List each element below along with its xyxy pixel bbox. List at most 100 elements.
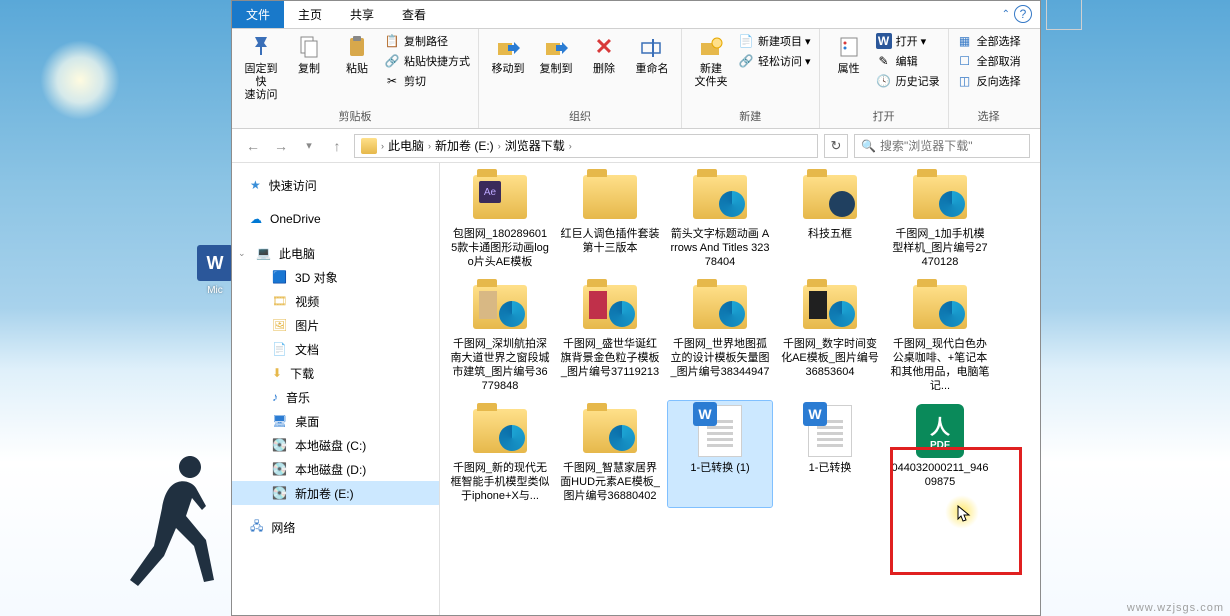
nav-up-button[interactable]: ↑ bbox=[326, 135, 348, 157]
breadcrumb[interactable]: › 此电脑 › 新加卷 (E:) › 浏览器下载 › bbox=[354, 134, 818, 158]
select-all-button[interactable]: ▦全部选择 bbox=[957, 33, 1021, 49]
sidebar-quick-access[interactable]: ★快速访问 bbox=[232, 173, 439, 197]
crumb-this-pc[interactable]: 此电脑 bbox=[388, 137, 424, 154]
sidebar-onedrive[interactable]: ☁OneDrive bbox=[232, 207, 439, 231]
tab-file[interactable]: 文件 bbox=[232, 1, 284, 28]
sidebar-downloads[interactable]: ⬇下载 bbox=[232, 361, 439, 385]
move-to-button[interactable]: 移动到 bbox=[487, 33, 529, 76]
file-name: 包图网_1802896015款卡通图形动画logo片头AE模板 bbox=[450, 227, 550, 269]
nav-back-button[interactable]: ← bbox=[242, 135, 264, 157]
copy-to-button[interactable]: 复制到 bbox=[535, 33, 577, 76]
folder-item[interactable]: 千图网_深圳航拍深南大道世界之窗段城市建筑_图片编号36779848 bbox=[448, 277, 552, 397]
pdf-item[interactable]: 人PDF044032000211_94609875 bbox=[888, 401, 992, 507]
group-label-clipboard: 剪贴板 bbox=[240, 106, 470, 126]
sidebar-this-pc[interactable]: ⌄💻此电脑 bbox=[232, 241, 439, 265]
search-input[interactable] bbox=[880, 139, 1023, 153]
tab-home[interactable]: 主页 bbox=[284, 1, 336, 28]
search-box[interactable]: 🔍 bbox=[854, 134, 1030, 158]
paste-button[interactable]: 粘贴 bbox=[336, 33, 378, 76]
window-corner bbox=[1046, 0, 1082, 30]
select-none-button[interactable]: ☐全部取消 bbox=[957, 53, 1021, 69]
history-label: 历史记录 bbox=[896, 73, 940, 89]
music-icon: ♪ bbox=[272, 390, 278, 404]
cloud-icon: ☁ bbox=[250, 212, 262, 226]
group-select: ▦全部选择 ☐全部取消 ◫反向选择 选择 bbox=[949, 29, 1029, 128]
folder-thumb bbox=[468, 405, 532, 457]
tab-share[interactable]: 共享 bbox=[336, 1, 388, 28]
path-icon: 📋 bbox=[384, 33, 400, 49]
sidebar-videos[interactable]: 🎞视频 bbox=[232, 289, 439, 313]
properties-label: 属性 bbox=[838, 63, 860, 76]
new-item-button[interactable]: 📄新建项目 ▾ bbox=[738, 33, 811, 49]
refresh-button[interactable]: ↻ bbox=[824, 134, 848, 158]
easy-access-button[interactable]: 🔗轻松访问 ▾ bbox=[738, 53, 811, 69]
help-icon[interactable]: ? bbox=[1014, 5, 1032, 23]
word-icon: W bbox=[876, 33, 892, 49]
sidebar-label: 网络 bbox=[271, 519, 295, 536]
sidebar-desktop[interactable]: 🖥桌面 bbox=[232, 409, 439, 433]
properties-button[interactable]: 属性 bbox=[828, 33, 870, 76]
file-name: 千图网_现代白色办公桌咖啡、+笔记本和其他用品，电脑笔记... bbox=[890, 337, 990, 393]
document-item-selected[interactable]: W1-已转换 (1) bbox=[668, 401, 772, 507]
invert-select-button[interactable]: ◫反向选择 bbox=[957, 73, 1021, 89]
folder-item[interactable]: 千图网_新的现代无框智能手机模型类似于iphone+X与... bbox=[448, 401, 552, 507]
folder-item[interactable]: 科技五框 bbox=[778, 167, 882, 273]
folder-item[interactable]: 千图网_盛世华诞红旗背景金色粒子模板_图片编号37119213 bbox=[558, 277, 662, 397]
explorer-main: ★快速访问 ☁OneDrive ⌄💻此电脑 🟦3D 对象 🎞视频 🖼图片 📄文档… bbox=[232, 163, 1040, 615]
nav-forward-button[interactable]: → bbox=[270, 135, 292, 157]
crumb-folder[interactable]: 浏览器下载 bbox=[505, 137, 565, 154]
pdf-glyph-icon: 人 bbox=[930, 411, 950, 440]
paste-shortcut-button[interactable]: 🔗粘贴快捷方式 bbox=[384, 53, 470, 69]
doc-thumb: W bbox=[798, 405, 862, 457]
group-label-open: 打开 bbox=[828, 106, 940, 126]
copy-icon bbox=[295, 33, 323, 61]
sidebar-disk-c[interactable]: 💽本地磁盘 (C:) bbox=[232, 433, 439, 457]
ribbon-collapse-icon[interactable]: ⌃ bbox=[1002, 9, 1010, 20]
sidebar-drive-e[interactable]: 💽新加卷 (E:) bbox=[232, 481, 439, 505]
select-all-icon: ▦ bbox=[957, 33, 973, 49]
sidebar-label: 快速访问 bbox=[269, 177, 317, 194]
sidebar-music[interactable]: ♪音乐 bbox=[232, 385, 439, 409]
folder-item[interactable]: 千图网_世界地图孤立的设计模板矢量图_图片编号38344947 bbox=[668, 277, 772, 397]
file-name: 千图网_盛世华诞红旗背景金色粒子模板_图片编号37119213 bbox=[560, 337, 660, 379]
chevron-down-icon[interactable]: ⌄ bbox=[238, 248, 248, 259]
select-none-label: 全部取消 bbox=[977, 53, 1021, 69]
tab-view[interactable]: 查看 bbox=[388, 1, 440, 28]
copy-path-button[interactable]: 📋复制路径 bbox=[384, 33, 470, 49]
document-item[interactable]: W1-已转换 bbox=[778, 401, 882, 507]
sidebar-documents[interactable]: 📄文档 bbox=[232, 337, 439, 361]
folder-item[interactable]: 千图网_1加手机模型样机_图片编号27470128 bbox=[888, 167, 992, 273]
delete-button[interactable]: ✕ 删除 bbox=[583, 33, 625, 76]
shortcut-icon: 🔗 bbox=[384, 53, 400, 69]
desktop-word-icon[interactable]: W Mic bbox=[195, 245, 235, 296]
folder-item[interactable]: 红巨人调色插件套装第十三版本 bbox=[558, 167, 662, 273]
watermark-text: www.wzjsgs.com bbox=[1127, 602, 1224, 614]
sidebar-network[interactable]: 🖧网络 bbox=[232, 515, 439, 539]
cube-icon: 🟦 bbox=[272, 270, 287, 284]
new-folder-button[interactable]: 新建 文件夹 bbox=[690, 33, 732, 89]
folder-item[interactable]: 千图网_数字时间变化AE模板_图片编号36853604 bbox=[778, 277, 882, 397]
scissors-icon: ✂ bbox=[384, 73, 400, 89]
open-button[interactable]: W打开 ▾ bbox=[876, 33, 940, 49]
folder-item[interactable]: 千图网_现代白色办公桌咖啡、+笔记本和其他用品，电脑笔记... bbox=[888, 277, 992, 397]
sidebar-3d-objects[interactable]: 🟦3D 对象 bbox=[232, 265, 439, 289]
video-icon: 🎞 bbox=[272, 294, 287, 308]
doc-thumb: W bbox=[688, 405, 752, 457]
folder-item[interactable]: 箭头文字标题动画 Arrows And Titles 32378404 bbox=[668, 167, 772, 273]
rename-button[interactable]: 重命名 bbox=[631, 33, 673, 76]
copy-button[interactable]: 复制 bbox=[288, 33, 330, 76]
history-button[interactable]: 🕓历史记录 bbox=[876, 73, 940, 89]
folder-item[interactable]: 千图网_智慧家居界面HUD元素AE模板_图片编号36880402 bbox=[558, 401, 662, 507]
folder-thumb bbox=[688, 281, 752, 333]
sidebar-disk-d[interactable]: 💽本地磁盘 (D:) bbox=[232, 457, 439, 481]
cut-button[interactable]: ✂剪切 bbox=[384, 73, 470, 89]
nav-recent-button[interactable]: ▾ bbox=[298, 135, 320, 157]
folder-item[interactable]: Ae包图网_1802896015款卡通图形动画logo片头AE模板 bbox=[448, 167, 552, 273]
sidebar-pictures[interactable]: 🖼图片 bbox=[232, 313, 439, 337]
new-folder-icon bbox=[697, 33, 725, 61]
pin-quick-access-button[interactable]: 固定到快 速访问 bbox=[240, 33, 282, 102]
edit-button[interactable]: ✎编辑 bbox=[876, 53, 940, 69]
crumb-drive[interactable]: 新加卷 (E:) bbox=[435, 137, 494, 154]
sidebar-label: 本地磁盘 (D:) bbox=[295, 461, 366, 478]
ribbon-panel: 固定到快 速访问 复制 粘贴 📋复制路径 🔗粘贴快捷方式 ✂剪切 剪贴板 bbox=[232, 29, 1040, 129]
